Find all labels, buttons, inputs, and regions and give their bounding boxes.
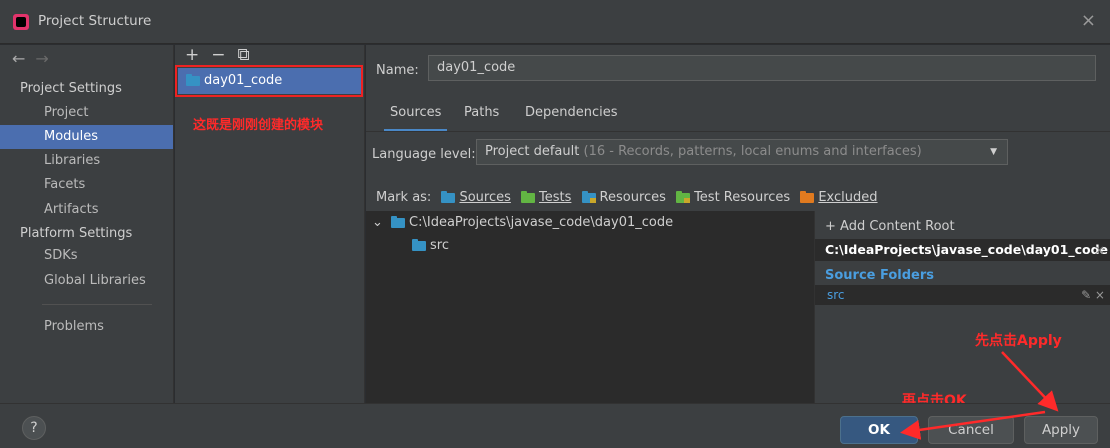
sidebar-item-global-libraries[interactable]: Global Libraries (0, 269, 173, 293)
folder-icon (391, 215, 406, 228)
module-toolbar: + − ⧉ (185, 45, 262, 65)
mark-as-label: Mark as: (376, 190, 432, 205)
content-root-tree: ⌄ C:\IdeaProjects\javase_code\day01_code… (366, 211, 814, 403)
intellij-logo-icon (13, 14, 29, 30)
language-level-hint: (16 - Records, patterns, local enums and… (583, 144, 922, 159)
back-arrow-icon[interactable]: ← (12, 49, 25, 68)
sidebar-item-project[interactable]: Project (0, 101, 173, 125)
content-root-path: C:\IdeaProjects\javase_code\day01_code × (815, 239, 1110, 261)
language-level-select[interactable]: Project default (16 - Records, patterns,… (476, 139, 1008, 165)
annotation-apply-note: 先点击Apply (975, 333, 1062, 349)
apply-button[interactable]: Apply (1024, 416, 1098, 444)
mark-sources-button[interactable]: Sources (441, 190, 511, 205)
tab-paths[interactable]: Paths (464, 105, 499, 120)
tab-sources[interactable]: Sources (383, 105, 448, 132)
resources-folder-icon (581, 190, 596, 203)
help-button[interactable]: ? (22, 416, 46, 440)
module-name-input[interactable]: day01_code (428, 55, 1096, 81)
name-label: Name: (376, 63, 419, 78)
add-content-root-button[interactable]: + Add Content Root (825, 219, 955, 234)
nav-arrows: ← → (12, 49, 59, 68)
mark-resources-button[interactable]: Resources (581, 190, 666, 205)
remove-module-icon[interactable]: − (211, 45, 225, 65)
annotation-module-note: 这既是刚刚创建的模块 (193, 118, 324, 133)
edit-remove-icons[interactable]: ✎ × (1081, 285, 1105, 305)
source-folders-heading: Source Folders (825, 268, 935, 283)
tests-folder-icon (521, 190, 536, 203)
sidebar-item-artifacts[interactable]: Artifacts (0, 198, 173, 222)
section-project-settings: Project Settings (20, 81, 122, 96)
language-level-value: Project default (485, 144, 580, 159)
sidebar: ← → Project Settings Project Modules Libr… (0, 45, 174, 403)
tree-src-node[interactable]: src (412, 238, 449, 253)
section-platform-settings: Platform Settings (20, 226, 133, 241)
annotation-highlight-box (175, 65, 363, 97)
close-icon[interactable]: × (1081, 10, 1096, 31)
dialog-footer: ? OK Cancel Apply (0, 403, 1110, 448)
sidebar-item-problems[interactable]: Problems (0, 315, 173, 339)
tree-root-node[interactable]: ⌄ C:\IdeaProjects\javase_code\day01_code (372, 215, 673, 230)
sidebar-item-sdks[interactable]: SDKs (0, 244, 173, 268)
remove-content-root-icon[interactable]: × (1095, 239, 1105, 261)
forward-arrow-icon[interactable]: → (35, 49, 48, 68)
chevron-down-icon: ▼ (990, 147, 997, 157)
language-level-label: Language level: (372, 147, 476, 162)
sidebar-item-modules[interactable]: Modules (0, 125, 173, 149)
sidebar-item-facets[interactable]: Facets (0, 173, 173, 197)
excluded-folder-icon (800, 190, 815, 203)
ok-button[interactable]: OK (840, 416, 918, 444)
add-module-icon[interactable]: + (185, 45, 199, 65)
cancel-button[interactable]: Cancel (928, 416, 1014, 444)
mark-as-bar: Mark as: Sources Tests Resources Test Re… (376, 190, 878, 205)
tab-divider (366, 131, 1110, 132)
test-resources-folder-icon (676, 190, 691, 203)
window-title: Project Structure (38, 13, 152, 29)
content-root-panel: + Add Content Root C:\IdeaProjects\javas… (814, 211, 1110, 403)
title-bar: Project Structure × (0, 0, 1110, 44)
mark-test-resources-button[interactable]: Test Resources (676, 190, 790, 205)
tab-dependencies[interactable]: Dependencies (525, 105, 618, 120)
sidebar-divider (42, 304, 152, 305)
source-folder-icon (412, 238, 426, 251)
chevron-down-icon[interactable]: ⌄ (372, 215, 383, 230)
sidebar-item-libraries[interactable]: Libraries (0, 149, 173, 173)
mark-tests-button[interactable]: Tests (521, 190, 571, 205)
sources-folder-icon (441, 190, 456, 203)
module-list-panel: + − ⧉ day01_code 这既是刚刚创建的模块 (175, 45, 365, 403)
mark-excluded-button[interactable]: Excluded (800, 190, 878, 205)
source-folder-entry[interactable]: src ✎ × (815, 285, 1110, 305)
copy-module-icon[interactable]: ⧉ (238, 45, 250, 65)
